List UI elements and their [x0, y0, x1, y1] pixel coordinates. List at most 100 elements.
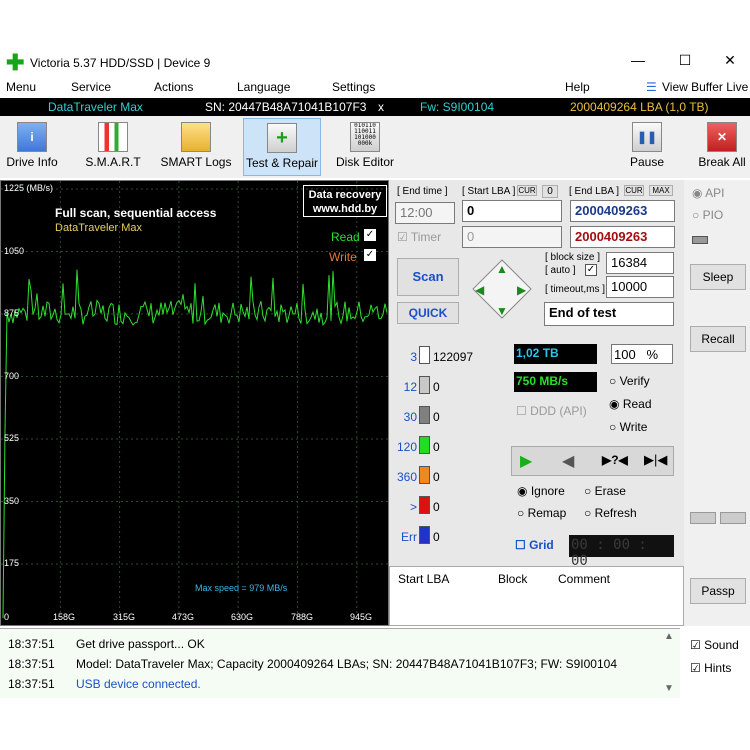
- info-icon: i: [17, 122, 47, 152]
- smart-button[interactable]: S.M.A.R.T: [80, 122, 146, 169]
- drive-close[interactable]: x: [378, 100, 384, 114]
- log-message: Get drive passport... OK: [76, 637, 205, 651]
- scroll-down-icon[interactable]: ▼: [664, 683, 674, 694]
- verify-radio[interactable]: ○ Verify: [609, 374, 650, 388]
- break-all-button[interactable]: ✕ Break All: [694, 122, 750, 169]
- start-cur-button[interactable]: CUR: [517, 185, 537, 196]
- arrow-down-icon[interactable]: ▼: [496, 304, 508, 318]
- end-of-test-select[interactable]: End of test: [544, 302, 674, 326]
- toolbar: i Drive Info S.M.A.R.T SMART Logs + Test…: [0, 116, 750, 178]
- remap-radio[interactable]: ○ Remap: [517, 506, 566, 520]
- erase-radio[interactable]: ○ Erase: [584, 484, 626, 498]
- write-checkbox[interactable]: ✓: [364, 249, 376, 261]
- refresh-radio[interactable]: ○ Refresh: [584, 506, 637, 520]
- read-checkbox[interactable]: ✓: [364, 229, 376, 241]
- timer-checkbox[interactable]: ☑ Timer: [397, 230, 441, 244]
- block-stat-row: 30 0: [391, 406, 501, 426]
- block-color-swatch: [419, 496, 430, 514]
- col-start-lba[interactable]: Start LBA: [398, 572, 449, 586]
- title-bar: ✚ Victoria 5.37 HDD/SSD | Device 9 — ☐ ✕: [0, 50, 750, 78]
- drive-model[interactable]: DataTraveler Max: [48, 100, 143, 114]
- x-tick: 473G: [172, 612, 195, 622]
- menu-service[interactable]: Service: [71, 80, 111, 94]
- minimize-button[interactable]: —: [628, 52, 648, 68]
- menu-language[interactable]: Language: [237, 80, 290, 94]
- timeout-select[interactable]: 10000: [606, 276, 674, 298]
- pause-button[interactable]: ❚❚ Pause: [624, 122, 670, 169]
- sleep-button[interactable]: Sleep: [690, 264, 746, 290]
- recall-button[interactable]: Recall: [690, 326, 746, 352]
- max-speed-label: Max speed = 979 MB/s: [195, 583, 288, 593]
- ignore-radio[interactable]: ◉ Ignore: [517, 484, 565, 498]
- drive-lba: 2000409264 LBA (1,0 TB): [570, 100, 709, 114]
- read-radio[interactable]: ◉ Read: [609, 397, 652, 411]
- col-comment[interactable]: Comment: [558, 572, 610, 586]
- menu-actions[interactable]: Actions: [154, 80, 193, 94]
- end-lba-field[interactable]: 2000409263: [570, 200, 675, 222]
- close-button[interactable]: ✕: [720, 52, 740, 69]
- end-max-button[interactable]: MAX: [649, 185, 673, 196]
- back-icon[interactable]: ◀: [562, 451, 574, 471]
- scroll-up-icon[interactable]: ▲: [664, 631, 674, 642]
- block-stat-row: 360 0: [391, 466, 501, 486]
- binary-icon: 010110 110011 101000 000k: [350, 122, 380, 152]
- arrow-left-icon[interactable]: ◀: [475, 283, 484, 297]
- end-time-field[interactable]: 12:00: [395, 202, 455, 224]
- passp-button[interactable]: Passp: [690, 578, 746, 604]
- block-stat-count: 0: [433, 440, 440, 454]
- direction-pad[interactable]: ▲ ▼ ◀ ▶: [467, 254, 539, 326]
- data-recovery-logo: Data recovery www.hdd.by: [303, 185, 387, 217]
- arrow-right-icon[interactable]: ▶: [517, 283, 526, 297]
- speed-graph: 1225 (MB/s) 1050 875 700 525 350 175 0 1…: [0, 180, 390, 626]
- start-lba-field[interactable]: 0: [462, 200, 562, 222]
- pio-radio[interactable]: ○ PIO: [692, 208, 723, 222]
- sound-checkbox[interactable]: ☑ Sound: [690, 638, 739, 652]
- small-button-1[interactable]: [690, 512, 716, 524]
- ddd-api-checkbox[interactable]: ☐ DDD (API): [516, 404, 587, 418]
- block-stat-label: >: [409, 500, 417, 514]
- maximize-button[interactable]: ☐: [675, 52, 695, 69]
- small-button-2[interactable]: [720, 512, 746, 524]
- block-color-swatch: [419, 406, 430, 424]
- skip-unknown-icon[interactable]: ▶?◀: [602, 453, 628, 467]
- playback-controls: ▶ ◀ ▶?◀ ▶|◀: [511, 446, 674, 476]
- block-color-swatch: [419, 436, 430, 454]
- hints-checkbox[interactable]: ☑ Hints: [690, 661, 731, 675]
- grid-checkbox[interactable]: ☐ Grid: [515, 538, 554, 552]
- menu-menu[interactable]: Menu: [6, 80, 36, 94]
- block-stat-row: 12 0: [391, 376, 501, 396]
- auto-checkbox[interactable]: ✓: [585, 264, 597, 276]
- block-stat-label: 360: [396, 470, 417, 484]
- col-block[interactable]: Block: [498, 572, 527, 586]
- block-stats: 3 122097 12 0 30 0 120 0 360 0 >0 Err 0: [391, 338, 507, 564]
- timer-field[interactable]: 0: [462, 226, 562, 248]
- to-end-icon[interactable]: ▶|◀: [644, 452, 667, 468]
- end-cur-button[interactable]: CUR: [624, 185, 644, 196]
- quick-button[interactable]: QUICK: [397, 302, 459, 324]
- indicator-led: [692, 236, 708, 244]
- arrow-up-icon[interactable]: ▲: [496, 262, 508, 276]
- menu-settings[interactable]: Settings: [332, 80, 375, 94]
- block-stat-row: Err 0: [391, 526, 501, 546]
- y-tick: 875: [4, 308, 20, 318]
- test-repair-button[interactable]: + Test & Repair: [243, 118, 321, 176]
- drive-serial: SN: 20447B48A71041B107F3: [205, 100, 367, 114]
- write-legend: Write: [329, 250, 357, 264]
- graph-subtitle: DataTraveler Max: [55, 222, 143, 234]
- api-radio[interactable]: ◉ API: [692, 186, 725, 200]
- view-buffer-live[interactable]: View Buffer Live: [662, 80, 748, 94]
- start-zero-button[interactable]: 0: [542, 185, 558, 198]
- play-icon[interactable]: ▶: [520, 451, 532, 471]
- block-stat-label: 12: [403, 380, 417, 394]
- block-size-select[interactable]: 16384: [606, 252, 674, 274]
- scan-button[interactable]: Scan: [397, 258, 459, 296]
- smart-logs-button[interactable]: SMART Logs: [160, 122, 232, 169]
- menu-help[interactable]: Help: [565, 80, 590, 94]
- read-legend: Read: [331, 230, 360, 244]
- disk-editor-button[interactable]: 010110 110011 101000 000k Disk Editor: [333, 122, 397, 169]
- drive-firmware: Fw: S9I00104: [420, 100, 495, 114]
- block-stat-label: 120: [396, 440, 417, 454]
- window-title: Victoria 5.37 HDD/SSD | Device 9: [30, 56, 211, 70]
- write-radio[interactable]: ○ Write: [609, 420, 647, 434]
- drive-info-button[interactable]: i Drive Info: [2, 122, 62, 169]
